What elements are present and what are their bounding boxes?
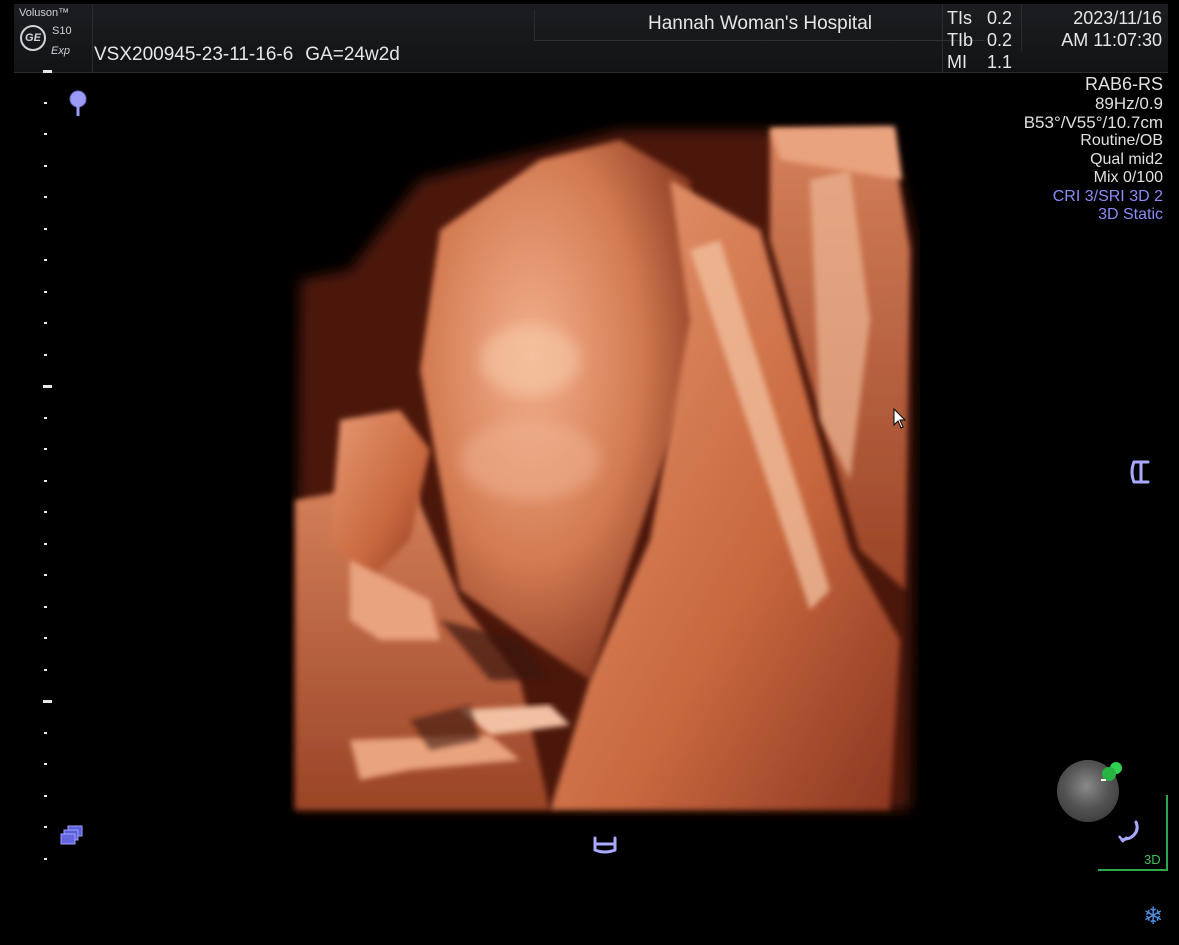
- cri-setting: CRI 3/SRI 3D 2: [1052, 187, 1163, 205]
- depth-tick: [44, 511, 47, 513]
- rotate-icon[interactable]: [1116, 818, 1142, 844]
- probe-name: RAB6-RS: [1084, 74, 1163, 94]
- patient-info: VSX200945-23-11-16-6 GA=24w2d: [94, 44, 400, 66]
- depth-tick: [44, 479, 47, 482]
- hospital-name: Hannah Woman's Hospital: [534, 10, 985, 41]
- depth-scale: [40, 70, 54, 870]
- depth-tick: [44, 763, 47, 765]
- gestational-age: GA=24w2d: [305, 44, 400, 65]
- patient-id: VSX200945-23-11-16-6: [94, 44, 294, 65]
- depth-tick: [44, 353, 47, 356]
- safety-indices: TIs 0.2 TIb 0.2 MI 1.1: [942, 4, 1033, 72]
- mode-tag: Exp: [51, 45, 70, 57]
- index-row: TIs 0.2: [947, 8, 1012, 29]
- index-row: MI 1.1: [947, 52, 1012, 73]
- index-value: 0.2: [987, 8, 1013, 28]
- depth-tick: [44, 322, 47, 324]
- scan-geometry: B53°/V55°/10.7cm: [1023, 112, 1163, 132]
- brand-name: Voluson™: [19, 7, 70, 19]
- depth-tick: [44, 101, 47, 104]
- depth-tick: [44, 164, 47, 167]
- date-time: 2023/11/16 AM 11:07:30: [1021, 4, 1162, 51]
- frame-rate: 89Hz/0.9: [1094, 94, 1163, 113]
- depth-tick: [44, 605, 47, 608]
- depth-tick: [44, 794, 47, 797]
- mix-setting: Mix 0/100: [1093, 169, 1163, 186]
- focus-marker-icon[interactable]: [68, 90, 88, 118]
- depth-tick: [44, 196, 47, 198]
- render-mode-label: 3D: [1144, 852, 1161, 867]
- acquisition-info: RAB6-RS 89Hz/0.9 B53°/V55°/10.7cm Routin…: [1024, 73, 1163, 225]
- logo-area: Voluson™ GE S10 Exp: [14, 4, 93, 72]
- index-label: TIs: [947, 8, 972, 28]
- depth-tick: [44, 416, 47, 419]
- depth-tick-major: [43, 700, 52, 703]
- depth-tick: [44, 542, 47, 545]
- layers-icon[interactable]: [60, 824, 86, 846]
- index-label: MI: [947, 52, 967, 72]
- orientation-pin-icon[interactable]: [1098, 760, 1128, 786]
- exam-time: AM 11:07:30: [1061, 30, 1162, 50]
- index-value: 0.2: [987, 30, 1013, 50]
- index-label: TIb: [947, 30, 974, 50]
- depth-tick: [44, 290, 47, 293]
- depth-tick-major: [43, 385, 52, 388]
- depth-tick-major: [43, 70, 52, 73]
- preset: Routine/OB: [1080, 132, 1163, 149]
- ge-logo-icon: GE: [20, 25, 46, 51]
- depth-tick: [44, 227, 47, 230]
- depth-tick: [44, 857, 47, 860]
- logo-text: GE: [25, 32, 41, 44]
- exam-date: 2023/11/16: [1073, 8, 1162, 28]
- snowflake-icon[interactable]: ❄: [1143, 902, 1163, 931]
- bracket-icon[interactable]: [1130, 458, 1152, 486]
- bracket-icon[interactable]: [592, 834, 618, 854]
- index-row: TIb 0.2: [947, 30, 1012, 51]
- depth-tick: [44, 448, 47, 450]
- model-name: S10: [52, 25, 72, 37]
- header-bar: Voluson™ GE S10 Exp Hannah Woman's Hospi…: [14, 4, 1168, 73]
- index-value: 1.1: [987, 52, 1013, 72]
- volume-render[interactable]: [290, 120, 920, 820]
- depth-tick: [44, 731, 47, 734]
- depth-tick: [44, 574, 47, 576]
- mode-label: 3D Static: [1098, 206, 1163, 223]
- quality: Qual mid2: [1090, 150, 1163, 168]
- depth-tick: [44, 259, 47, 261]
- depth-tick: [44, 826, 47, 828]
- depth-tick: [44, 133, 47, 135]
- depth-tick: [44, 637, 47, 639]
- mouse-pointer-icon: [893, 408, 907, 429]
- depth-tick: [44, 668, 47, 671]
